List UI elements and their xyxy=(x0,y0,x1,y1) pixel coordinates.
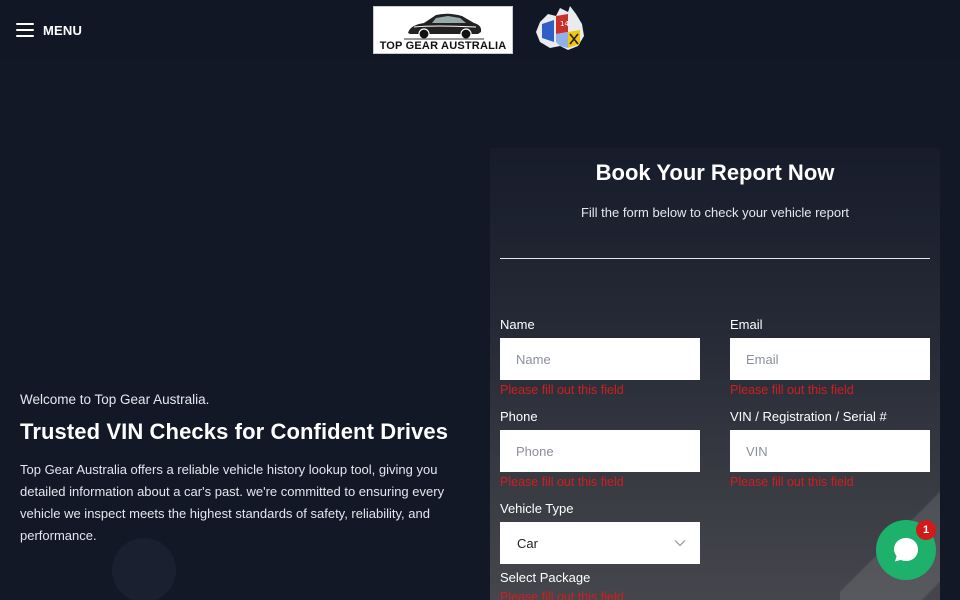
phone-error: Please fill out this field xyxy=(500,475,624,489)
svg-text:14: 14 xyxy=(560,20,569,28)
hero-section: Welcome to Top Gear Australia. Trusted V… xyxy=(20,392,470,547)
vehicle-type-select[interactable]: Car xyxy=(500,522,700,564)
australia-map-icon: 14 xyxy=(536,6,584,50)
chat-notification-badge: 1 xyxy=(916,520,936,540)
menu-button[interactable]: MENU xyxy=(16,18,82,42)
email-field-group: Email Please fill out this field xyxy=(730,317,930,399)
sports-car-icon xyxy=(404,13,484,40)
vin-input[interactable] xyxy=(730,430,930,472)
vin-error: Please fill out this field xyxy=(730,475,854,489)
package-label: Select Package xyxy=(500,570,591,585)
logo-text: TOP GEAR AUSTRALIA xyxy=(379,40,507,52)
hero-headline: Trusted VIN Checks for Confident Drives xyxy=(20,419,449,444)
name-error: Please fill out this field xyxy=(500,383,624,397)
phone-input[interactable] xyxy=(500,430,700,472)
chevron-down-icon xyxy=(674,540,686,547)
vin-field-group: VIN / Registration / Serial # Please fil… xyxy=(730,409,930,491)
vehicle-type-label: Vehicle Type xyxy=(500,501,574,516)
vehicle-type-value: Car xyxy=(517,535,538,551)
form-divider xyxy=(500,258,930,259)
menu-label: MENU xyxy=(43,22,83,38)
package-error: Please fill out this field xyxy=(500,590,624,600)
name-field-group: Name Please fill out this field xyxy=(500,317,700,399)
name-label: Name xyxy=(500,317,535,332)
vin-label: VIN / Registration / Serial # xyxy=(730,409,887,424)
phone-label: Phone xyxy=(500,409,538,424)
vehicle-type-field-group: Vehicle Type Car xyxy=(500,501,700,564)
hamburger-icon xyxy=(16,23,34,37)
email-input[interactable] xyxy=(730,338,930,380)
name-input[interactable] xyxy=(500,338,700,380)
hero-description: Top Gear Australia offers a reliable veh… xyxy=(20,462,445,543)
decorative-circle xyxy=(112,538,176,600)
site-header: MENU TOP GEAR AUSTRALIA 14 xyxy=(0,0,960,60)
email-label: Email xyxy=(730,317,763,332)
form-title: Book Your Report Now xyxy=(595,160,835,185)
email-error: Please fill out this field xyxy=(730,383,854,397)
site-logo[interactable]: TOP GEAR AUSTRALIA xyxy=(373,6,513,54)
form-subtitle: Fill the form below to check your vehicl… xyxy=(580,205,850,220)
chat-bubble-icon xyxy=(894,538,918,562)
package-field-group: Select Package Please fill out this fiel… xyxy=(500,570,700,600)
booking-form: Book Your Report Now Fill the form below… xyxy=(490,148,940,600)
welcome-text: Welcome to Top Gear Australia. xyxy=(20,392,210,407)
phone-field-group: Phone Please fill out this field xyxy=(500,409,700,491)
